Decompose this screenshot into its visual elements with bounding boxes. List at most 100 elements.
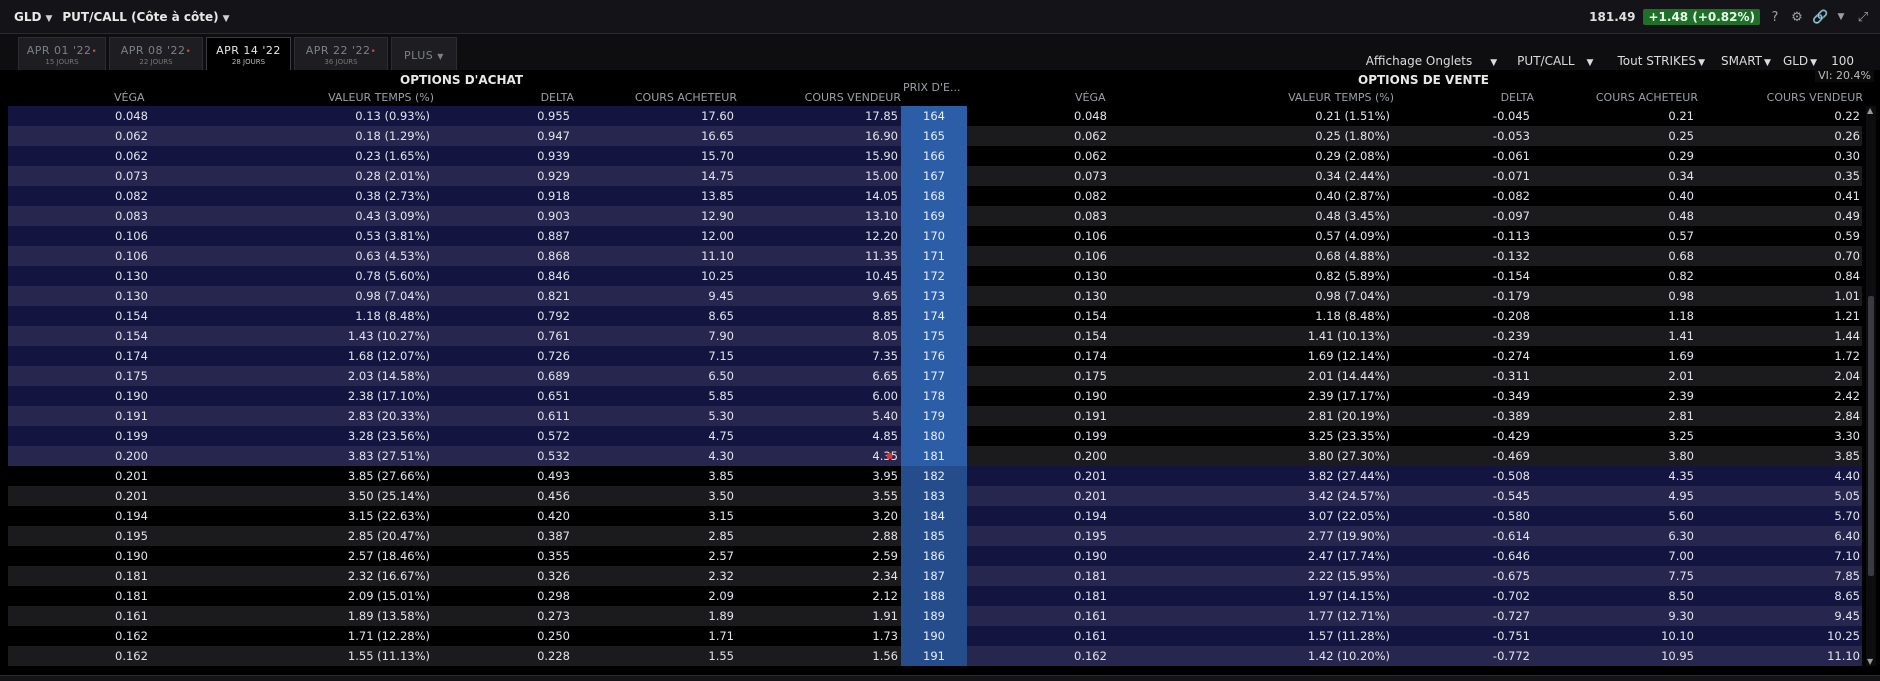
call-vega[interactable]: 0.048 [115,106,148,126]
table-row[interactable]: 0.154 1.18 (8.48%) 0.792 8.65 8.85 0.154 1.18 … [8,306,1862,326]
put-ask[interactable]: 7.10 [1834,546,1860,566]
table-row[interactable]: 0.161 1.89 (13.58%) 0.273 1.89 1.91 0.161 1.77… [8,606,1862,626]
call-bid[interactable]: 1.55 [708,646,734,666]
put-delta[interactable]: -0.274 [1493,346,1530,366]
call-time-value[interactable]: 2.03 (14.58%) [348,366,430,386]
call-ask[interactable]: 6.00 [872,386,898,406]
put-ask[interactable]: 1.72 [1834,346,1860,366]
put-bid[interactable]: 0.21 [1668,106,1694,126]
call-vega[interactable]: 0.162 [115,626,148,646]
call-delta[interactable]: 0.250 [537,626,570,646]
put-bid[interactable]: 0.68 [1668,246,1694,266]
put-time-value[interactable]: 2.47 (17.74%) [1308,546,1390,566]
put-bid[interactable]: 3.25 [1668,426,1694,446]
put-delta[interactable]: -0.508 [1493,466,1530,486]
put-ask[interactable]: 2.84 [1834,406,1860,426]
strikes-dropdown[interactable]: Tout STRIKES ▼ [1617,54,1705,68]
call-ask[interactable]: 12.20 [865,226,898,246]
strike-cell[interactable]: 168 [901,186,967,206]
strike-cell[interactable]: 180 [901,426,967,446]
put-bid[interactable]: 2.39 [1668,386,1694,406]
put-bid[interactable]: 0.48 [1668,206,1694,226]
call-ask[interactable]: 17.85 [865,106,898,126]
call-ask[interactable]: 2.34 [872,566,898,586]
menu-caret-icon[interactable]: ▼ [1834,12,1848,22]
call-time-value[interactable]: 2.32 (16.67%) [348,566,430,586]
put-delta[interactable]: -0.545 [1493,486,1530,506]
put-bid[interactable]: 10.95 [1661,646,1694,666]
put-vega[interactable]: 0.201 [1074,466,1107,486]
call-time-value[interactable]: 3.83 (27.51%) [348,446,430,466]
strike-cell[interactable]: 185 [901,526,967,546]
put-delta[interactable]: -0.154 [1493,266,1530,286]
strike-cell[interactable]: 181 [901,446,967,466]
call-delta[interactable]: 0.387 [537,526,570,546]
put-vega[interactable]: 0.154 [1074,306,1107,326]
put-time-value[interactable]: 2.01 (14.44%) [1308,366,1390,386]
put-time-value[interactable]: 0.21 (1.51%) [1315,106,1390,126]
call-time-value[interactable]: 1.68 (12.07%) [348,346,430,366]
call-bid[interactable]: 6.50 [708,366,734,386]
underlying-dropdown[interactable]: GLD ▼ [1783,54,1817,68]
call-bid[interactable]: 1.89 [708,606,734,626]
strike-cell[interactable]: 182 [901,466,967,486]
strike-cell[interactable]: 173 [901,286,967,306]
put-time-value[interactable]: 0.68 (4.88%) [1315,246,1390,266]
tab-apr22[interactable]: APR 22 '22• 36 JOURS [294,37,388,70]
put-vega[interactable]: 0.062 [1074,146,1107,166]
call-bid[interactable]: 14.75 [701,166,734,186]
call-bid[interactable]: 8.65 [708,306,734,326]
strike-cell[interactable]: 174 [901,306,967,326]
col-header-put-vega[interactable]: VÉGA [1075,91,1106,104]
put-vega[interactable]: 0.082 [1074,186,1107,206]
col-header-put-delta[interactable]: DELTA [1501,91,1534,104]
tab-apr01[interactable]: APR 01 '22• 15 JOURS [18,37,106,70]
table-row[interactable]: 0.062 0.18 (1.29%) 0.947 16.65 16.90 0.062 0.2… [8,126,1862,146]
put-ask[interactable]: 1.21 [1834,306,1860,326]
put-vega[interactable]: 0.191 [1074,406,1107,426]
put-ask[interactable]: 4.40 [1834,466,1860,486]
call-ask[interactable]: 1.73 [872,626,898,646]
table-row[interactable]: 0.201 3.50 (25.14%) 0.456 3.50 3.55 0.201 3.42… [8,486,1862,506]
put-time-value[interactable]: 2.22 (15.95%) [1308,566,1390,586]
put-delta[interactable]: -0.675 [1493,566,1530,586]
call-bid[interactable]: 16.65 [701,126,734,146]
col-header-call-time-value[interactable]: VALEUR TEMPS (%) [328,91,434,104]
put-delta[interactable]: -0.311 [1493,366,1530,386]
put-bid[interactable]: 7.00 [1668,546,1694,566]
put-time-value[interactable]: 2.81 (20.19%) [1308,406,1390,426]
call-time-value[interactable]: 1.89 (13.58%) [348,606,430,626]
put-vega[interactable]: 0.073 [1074,166,1107,186]
call-ask[interactable]: 10.45 [865,266,898,286]
call-time-value[interactable]: 0.43 (3.09%) [355,206,430,226]
call-ask[interactable]: 9.65 [872,286,898,306]
call-ask[interactable]: 15.00 [865,166,898,186]
put-ask[interactable]: 6.40 [1834,526,1860,546]
call-time-value[interactable]: 0.38 (2.73%) [355,186,430,206]
put-time-value[interactable]: 1.18 (8.48%) [1315,306,1390,326]
put-delta[interactable]: -0.239 [1493,326,1530,346]
call-delta[interactable]: 0.903 [537,206,570,226]
call-time-value[interactable]: 0.78 (5.60%) [355,266,430,286]
call-ask[interactable]: 14.05 [865,186,898,206]
call-vega[interactable]: 0.154 [115,326,148,346]
put-bid[interactable]: 3.80 [1668,446,1694,466]
put-delta[interactable]: -0.580 [1493,506,1530,526]
table-row[interactable]: 0.154 1.43 (10.27%) 0.761 7.90 8.05 0.154 1.41… [8,326,1862,346]
call-bid[interactable]: 3.85 [708,466,734,486]
call-delta[interactable]: 0.939 [537,146,570,166]
put-bid[interactable]: 0.40 [1668,186,1694,206]
put-vega[interactable]: 0.200 [1074,446,1107,466]
put-time-value[interactable]: 1.42 (10.20%) [1308,646,1390,666]
put-vega[interactable]: 0.174 [1074,346,1107,366]
call-bid[interactable]: 4.75 [708,426,734,446]
call-delta[interactable]: 0.761 [537,326,570,346]
call-bid[interactable]: 3.50 [708,486,734,506]
call-vega[interactable]: 0.106 [115,246,148,266]
table-row[interactable]: 0.191 2.83 (20.33%) 0.611 5.30 5.40 0.191 2.81… [8,406,1862,426]
put-time-value[interactable]: 0.40 (2.87%) [1315,186,1390,206]
put-ask[interactable]: 11.10 [1827,646,1860,666]
put-delta[interactable]: -0.082 [1493,186,1530,206]
display-mode-dropdown[interactable]: Affichage Onglets ▼ [1366,54,1497,68]
put-vega[interactable]: 0.201 [1074,486,1107,506]
